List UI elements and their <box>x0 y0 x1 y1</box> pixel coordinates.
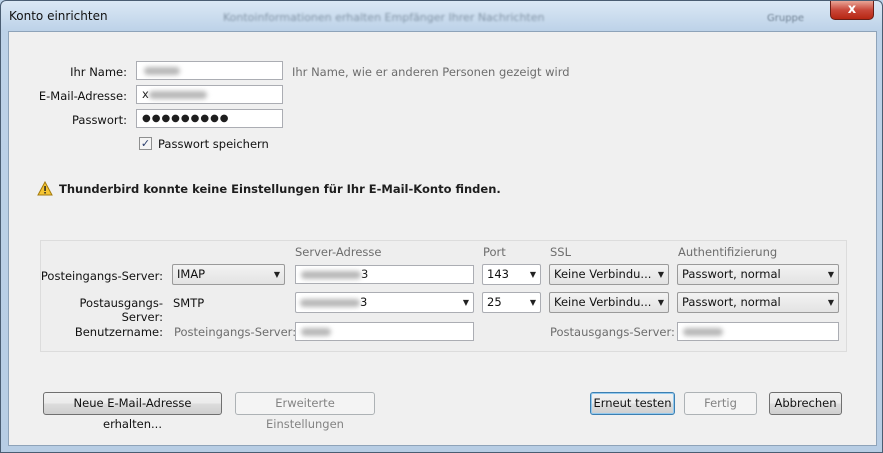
header-ssl: SSL <box>550 245 572 259</box>
redacted-value <box>301 270 361 279</box>
chevron-down-icon: ▼ <box>462 298 469 307</box>
window-title: Konto einrichten <box>9 9 108 23</box>
outgoing-username-input[interactable] <box>677 322 839 341</box>
outgoing-port-select[interactable]: 25 ▼ <box>482 292 541 313</box>
incoming-username-input[interactable] <box>295 322 474 341</box>
redacted-value <box>148 90 207 99</box>
name-hint: Ihr Name, wie er anderen Personen gezeig… <box>292 65 570 79</box>
close-button[interactable]: x <box>830 1 874 20</box>
dialog-content: Ihr Name: Ihr Name, wie er anderen Perso… <box>8 31 877 446</box>
header-server-address: Server-Adresse <box>295 245 382 259</box>
warning-icon <box>37 181 53 196</box>
incoming-port-select[interactable]: 143 ▼ <box>482 264 541 285</box>
redacted-value <box>301 327 331 336</box>
background-window-title: Kontoinformationen erhalten Empfänger Ih… <box>223 11 545 24</box>
incoming-protocol-select[interactable]: IMAP ▼ <box>172 264 285 285</box>
retest-button[interactable]: Erneut testen <box>590 392 675 415</box>
email-label: E-Mail-Adresse: <box>38 89 127 103</box>
username-incoming-label: Posteingangs-Server: <box>174 325 297 339</box>
background-window-text: Gruppe <box>767 13 805 24</box>
email-input[interactable]: x <box>136 85 283 104</box>
header-authentication: Authentifizierung <box>678 245 778 259</box>
chevron-down-icon: ▼ <box>657 298 664 307</box>
chevron-down-icon: ▼ <box>529 270 536 279</box>
cancel-button[interactable]: Abbrechen <box>769 392 842 415</box>
incoming-protocol-value: IMAP <box>177 267 206 281</box>
incoming-server-input[interactable]: 3 <box>295 265 474 284</box>
chevron-down-icon: ▼ <box>273 270 280 279</box>
name-label: Ihr Name: <box>70 65 127 79</box>
incoming-auth-value: Passwort, normal <box>682 267 781 281</box>
username-outgoing-label: Postausgangs-Server: <box>550 325 675 339</box>
account-setup-window: Konto einrichten Kontoinformationen erha… <box>0 0 883 453</box>
name-input[interactable] <box>136 61 283 80</box>
password-label: Passwort: <box>71 113 127 127</box>
warning-message: Thunderbird konnte keine Einstellungen f… <box>59 182 501 196</box>
title-bar[interactable]: Konto einrichten Kontoinformationen erha… <box>1 1 882 31</box>
redacted-value <box>144 66 180 75</box>
outgoing-port-value: 25 <box>487 295 502 309</box>
incoming-ssl-select[interactable]: Keine Verbindu... ▼ <box>549 264 669 285</box>
outgoing-ssl-value: Keine Verbindu... <box>554 295 652 309</box>
incoming-ssl-value: Keine Verbindu... <box>554 267 652 281</box>
chevron-down-icon: ▼ <box>657 270 664 279</box>
chevron-down-icon: ▼ <box>529 298 536 307</box>
incoming-port-value: 143 <box>487 267 509 281</box>
outgoing-auth-select[interactable]: Passwort, normal ▼ <box>677 292 839 313</box>
outgoing-ssl-select[interactable]: Keine Verbindu... ▼ <box>549 292 669 313</box>
outgoing-server-combobox[interactable]: 3 ▼ <box>295 292 474 313</box>
remember-password-label[interactable]: Passwort speichern <box>158 137 269 151</box>
chevron-down-icon: ▼ <box>827 270 834 279</box>
incoming-auth-select[interactable]: Passwort, normal ▼ <box>677 264 839 285</box>
chevron-down-icon: ▼ <box>827 298 834 307</box>
header-port: Port <box>483 245 506 259</box>
password-input[interactable]: ●●●●●●●●● <box>136 109 283 128</box>
redacted-value <box>683 327 723 336</box>
outgoing-server-label: Postausgangs-Server: <box>79 296 163 324</box>
advanced-settings-button[interactable]: Erweiterte Einstellungen <box>235 392 375 431</box>
redacted-value <box>300 298 360 307</box>
close-icon: x <box>847 2 857 17</box>
outgoing-auth-value: Passwort, normal <box>682 295 781 309</box>
username-label: Benutzername: <box>74 325 163 339</box>
incoming-server-label: Posteingangs-Server: <box>40 269 163 283</box>
done-button[interactable]: Fertig <box>684 392 757 415</box>
remember-password-checkbox[interactable]: ✓ <box>139 137 152 150</box>
outgoing-protocol: SMTP <box>173 296 205 310</box>
new-email-address-button[interactable]: Neue E-Mail-Adresse erhalten... <box>43 392 222 431</box>
